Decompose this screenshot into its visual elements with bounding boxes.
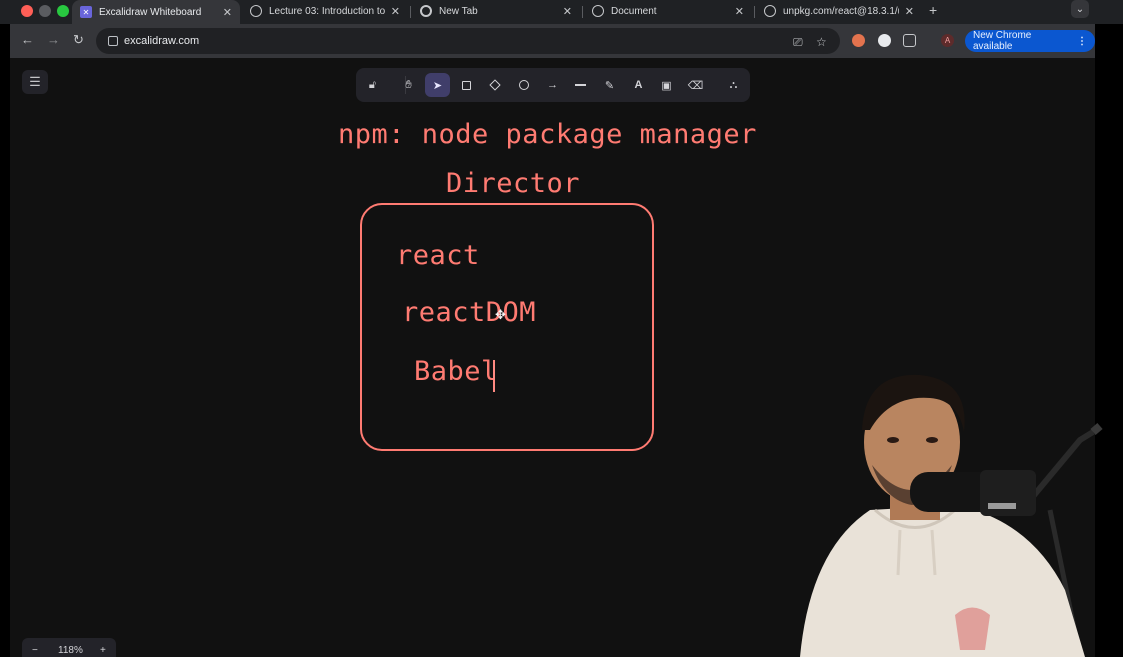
close-tab-icon[interactable]: ✕ (563, 5, 572, 18)
install-app-icon[interactable]: ⎚ (793, 35, 803, 50)
ellipse-tool-icon[interactable] (511, 73, 536, 97)
globe-icon (592, 5, 604, 17)
tab-excalidraw[interactable]: ✕ Excalidraw Whiteboard ✕ (72, 0, 240, 24)
excalidraw-favicon-icon: ✕ (80, 6, 92, 18)
address-bar[interactable]: excalidraw.com ⎚ ☆ (96, 28, 840, 54)
url-text: excalidraw.com (124, 35, 200, 47)
tab-title: unpkg.com/react@18.3.1/umd (783, 5, 899, 17)
tab-document[interactable]: Document ✕ (584, 0, 752, 22)
diamond-tool-icon[interactable] (482, 73, 507, 97)
hand-icon[interactable]: ✋︎ (396, 73, 421, 97)
chrome-icon (420, 5, 432, 17)
browser-tab-strip: ✕ Excalidraw Whiteboard ✕ Lecture 03: In… (0, 0, 1123, 24)
maximize-window-icon[interactable] (57, 5, 69, 17)
tab-title: New Tab (439, 5, 478, 17)
tab-unpkg[interactable]: unpkg.com/react@18.3.1/umd ✕ (756, 0, 922, 22)
arrow-tool-icon[interactable]: → (540, 73, 565, 97)
browser-toolbar: ← → ↻ excalidraw.com ⎚ ☆ A New Chrome av… (10, 24, 1095, 58)
tab-title: Excalidraw Whiteboard (99, 6, 202, 18)
close-tab-icon[interactable]: ✕ (223, 6, 232, 19)
site-settings-icon[interactable] (108, 36, 118, 46)
more-tools-icon[interactable]: ⛬ (721, 73, 746, 97)
main-menu-icon[interactable]: ☰ (22, 70, 48, 94)
tab-divider (410, 6, 411, 18)
bookmark-star-icon[interactable]: ☆ (816, 35, 827, 49)
new-tab-button[interactable]: + (929, 2, 937, 18)
zoom-level[interactable]: 118% (58, 645, 83, 656)
drawing-title[interactable]: npm: node package manager (338, 119, 757, 150)
tab-search-chevron-icon[interactable]: ⌄ (1071, 0, 1089, 18)
zoom-controls: − 118% + (22, 638, 116, 657)
eraser-tool-icon[interactable]: ⌫ (683, 73, 708, 97)
zoom-in-button[interactable]: + (100, 645, 106, 656)
globe-icon (764, 5, 776, 17)
extensions-puzzle-icon[interactable] (903, 34, 916, 47)
extension-icon[interactable] (852, 34, 865, 47)
tab-title: Document (611, 5, 657, 17)
drawing-subtitle[interactable]: Director (446, 168, 580, 199)
lock-icon[interactable]: 🔓︎ (360, 73, 385, 97)
profile-avatar[interactable]: A (941, 34, 954, 47)
update-label: New Chrome available (973, 30, 1032, 52)
tab-new-tab[interactable]: New Tab ✕ (412, 0, 580, 22)
chrome-update-button[interactable]: New Chrome available ⋮ (965, 30, 1095, 52)
tab-lecture[interactable]: Lecture 03: Introduction to V ✕ (242, 0, 408, 22)
close-window-icon[interactable] (21, 5, 33, 17)
rectangle-tool-icon[interactable] (454, 73, 479, 97)
drawing-item-reactdom[interactable]: reactDOM (402, 297, 536, 328)
move-cursor-icon: ✥ (495, 307, 506, 322)
zoom-out-button[interactable]: − (32, 645, 38, 656)
text-caret (493, 360, 495, 392)
close-tab-icon[interactable]: ✕ (735, 5, 744, 18)
text-tool-icon[interactable]: A (626, 73, 651, 97)
draw-pencil-icon[interactable]: ✎ (597, 73, 622, 97)
reload-icon[interactable]: ↻ (73, 33, 84, 47)
tab-divider (582, 6, 583, 18)
image-tool-icon[interactable]: ▣ (654, 73, 679, 97)
drawing-item-react[interactable]: react (396, 240, 480, 271)
back-arrow-icon[interactable]: ← (21, 33, 34, 47)
globe-icon (250, 5, 262, 17)
line-tool-icon[interactable] (568, 73, 593, 97)
shape-toolbar: 🔓︎ ✋︎ ➤ → ✎ A ▣ ⌫ ⛬ (356, 68, 750, 102)
drawing-item-babel[interactable]: Babel (414, 356, 498, 387)
forward-arrow-icon[interactable]: → (47, 33, 60, 47)
close-tab-icon[interactable]: ✕ (391, 5, 400, 18)
tab-divider (754, 6, 755, 18)
close-tab-icon[interactable]: ✕ (905, 5, 914, 18)
tab-title: Lecture 03: Introduction to V (269, 5, 385, 17)
extension-icon[interactable] (878, 34, 891, 47)
presenter-webcam-image (800, 374, 1103, 657)
selection-tool-icon[interactable]: ➤ (425, 73, 450, 97)
more-menu-icon[interactable]: ⋮ (1077, 36, 1087, 47)
minimize-window-icon[interactable] (39, 5, 51, 17)
